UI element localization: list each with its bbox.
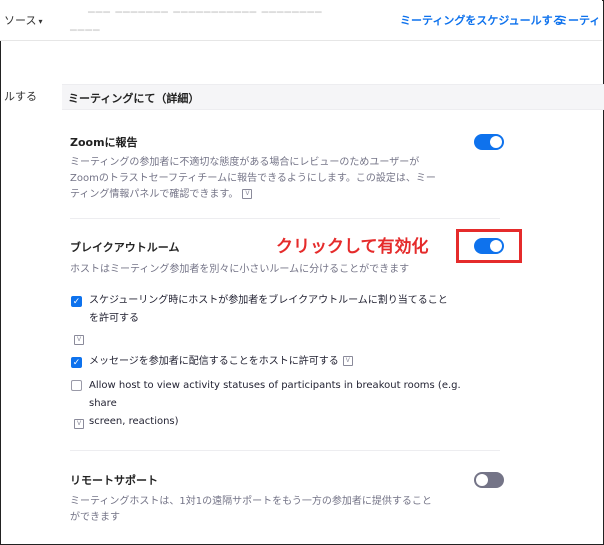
version-icon: V	[242, 189, 253, 199]
activity-status-checkbox[interactable]	[71, 380, 82, 391]
remote-support-desc: ミーティングホストは、1対1の遠隔サポートをもう一方の参加者に提供すること がで…	[70, 496, 432, 523]
section-header: ミーティングにて（詳細）	[62, 84, 604, 110]
report-to-zoom-title: Zoomに報告	[70, 136, 138, 149]
version-icon: V	[74, 335, 84, 345]
activity-status-label: Allow host to view activity statuses of …	[89, 380, 461, 427]
assign-breakout-checkbox[interactable]: ✓	[71, 296, 82, 307]
version-icon: V	[342, 356, 353, 366]
top-nav: ソース ▾ ━━━ ━━━━━━━ ━━━━━━━━━━━ ━━━━━━━━ ━━…	[0, 0, 602, 41]
toggle-knob	[490, 240, 502, 252]
report-to-zoom-desc: ミーティングの参加者に不適切な態度がある場合にレビューのためユーザーが Zoom…	[70, 157, 436, 200]
broadcast-message-checkbox[interactable]: ✓	[71, 357, 82, 368]
breakout-room-title: ブレイクアウトルーム	[70, 241, 180, 254]
schedule-meeting-link[interactable]: ミーティングをスケジュールする	[400, 12, 564, 28]
divider	[70, 450, 500, 451]
resources-menu[interactable]: ソース ▾	[4, 12, 42, 28]
remote-support-toggle[interactable]	[474, 472, 504, 488]
faded-header-text: ━━━━	[70, 24, 101, 37]
chevron-down-icon: ▾	[38, 17, 43, 26]
annotation-text: クリックして有効化	[276, 237, 429, 257]
toggle-knob	[476, 474, 488, 486]
breakout-room-desc: ホストはミーティング参加者を別々に小さいルームに分けることができます	[70, 264, 410, 275]
divider	[70, 218, 500, 219]
sidebar-item[interactable]: ルする	[4, 88, 37, 104]
faded-header-text: ━━━ ━━━━━━━ ━━━━━━━━━━━ ━━━━━━━━	[88, 6, 323, 19]
toggle-knob	[490, 136, 502, 148]
remote-support-title: リモートサポート	[70, 474, 158, 487]
meeting-link[interactable]: ミーティ	[557, 12, 600, 28]
assign-breakout-label: スケジューリング時にホストが参加者をブレイクアウトルームに割り当てること を許可…	[89, 295, 448, 324]
breakout-room-toggle[interactable]	[474, 238, 504, 254]
section-title: ミーティングにて（詳細）	[68, 92, 200, 105]
report-to-zoom-toggle[interactable]	[474, 134, 504, 150]
broadcast-message-label: メッセージを参加者に配信することをホストに許可する V	[89, 353, 479, 371]
version-icon: V	[74, 419, 84, 429]
